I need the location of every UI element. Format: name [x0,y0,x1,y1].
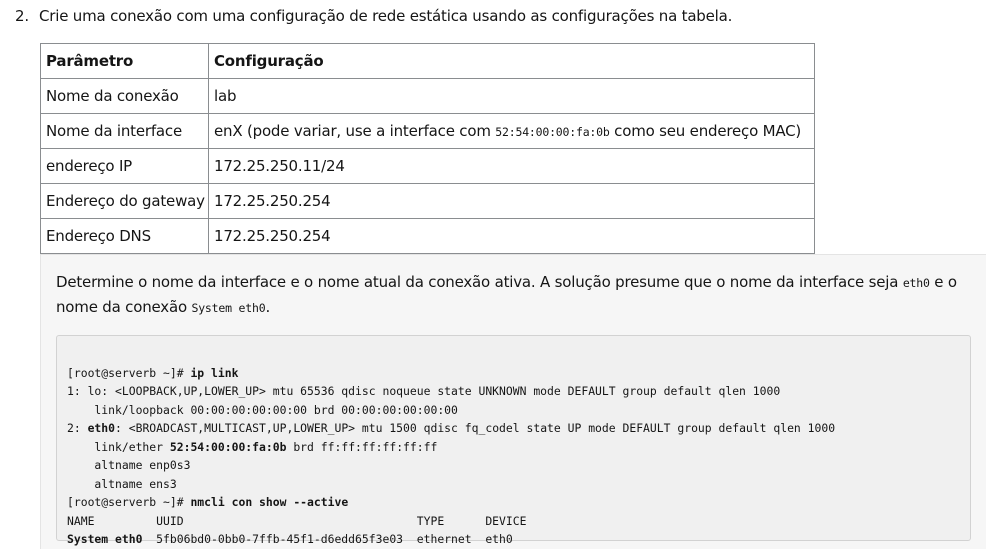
shell-prompt: [root@serverb ~]# [67,495,191,509]
table-cell-param: Nome da interface [40,113,209,149]
terminal-line: 1: lo: <LOOPBACK,UP,LOWER_UP> mtu 65536 … [67,384,781,398]
table-cell-param: Nome da conexão [40,78,209,114]
terminal-line: link/ether 52:54:00:00:fa:0b brd ff:ff:f… [67,438,970,457]
terminal-line: link/loopback 00:00:00:00:00:00 brd 00:0… [67,402,458,417]
terminal-line: NAME UUID TYPE DEVICE [67,513,527,528]
step-text: 2. Crie uma conexão com uma configuração … [15,6,732,26]
terminal-line: System eth0 5fb06bd0-0bb0-7ffb-45f1-d6ed… [67,530,970,549]
output-text: 2: [67,421,88,435]
terminal-line: altname ens3 [67,476,177,491]
table-cell-param: Endereço DNS [40,218,209,254]
output-text: : <BROADCAST,MULTICAST,UP,LOWER_UP> mtu … [115,421,836,435]
table-row: Nome da conexão lab [40,78,815,114]
column-header-configuration: Configuração [208,43,815,79]
shell-command: nmcli con show --active [190,495,349,509]
table-row: Nome da interface enX (pode variar, use … [40,113,815,149]
solution-block: Determine o nome da interface e o nome a… [40,254,986,549]
value-text: como seu endereço MAC) [609,122,802,140]
shell-command: ip link [190,365,239,380]
terminal-line: [root@serverb ~]# ip link [67,364,970,383]
output-text: brd ff:ff:ff:ff:ff:ff [286,439,438,454]
interface-name-code: eth0 [902,276,930,290]
output-text: 5fb06bd0-0bb0-7ffb-45f1-d6edd65f3e03 eth… [142,532,513,546]
intro-text: . [265,298,271,316]
table-cell-param: endereço IP [40,148,209,184]
table-cell-value: 172.25.250.254 [208,183,815,219]
table-cell-param: Endereço do gateway [40,183,209,219]
table-header-row: Parâmetro Configuração [40,43,815,79]
intro-text: Determine o nome da interface e o nome a… [56,273,903,291]
table-row: endereço IP 172.25.250.11/24 [40,148,815,184]
highlight-text: eth0 [87,421,116,435]
solution-intro: Determine o nome da interface e o nome a… [56,270,966,320]
table-cell-value: enX (pode variar, use a interface com 52… [208,113,815,149]
shell-prompt: [root@serverb ~]# [67,365,191,380]
table-cell-value: 172.25.250.11/24 [208,148,815,184]
table-row: Endereço DNS 172.25.250.254 [40,218,815,254]
table-cell-value: lab [208,78,815,114]
highlight-text: System eth0 [67,532,143,546]
step-number: 2. [15,7,29,25]
terminal-line: [root@serverb ~]# nmcli con show --activ… [67,493,970,512]
settings-table: Parâmetro Configuração Nome da conexão l… [40,43,815,254]
value-text: enX (pode variar, use a interface com [214,122,496,140]
terminal-output: [root@serverb ~]# ip link 1: lo: <LOOPBAC… [56,335,971,546]
connection-name-code: System eth0 [191,301,266,315]
step-description: Crie uma conexão com uma configuração de… [39,7,733,25]
terminal-line: altname enp0s3 [67,458,191,472]
mac-address-code: 52:54:00:00:fa:0b [495,125,610,139]
table-row: Endereço do gateway 172.25.250.254 [40,183,815,219]
column-header-parameter: Parâmetro [40,43,209,79]
output-text: link/ether [67,439,170,454]
terminal-line: 2: eth0: <BROADCAST,MULTICAST,UP,LOWER_U… [67,419,970,438]
table-cell-value: 172.25.250.254 [208,218,815,254]
highlight-text: 52:54:00:00:fa:0b [169,439,287,454]
